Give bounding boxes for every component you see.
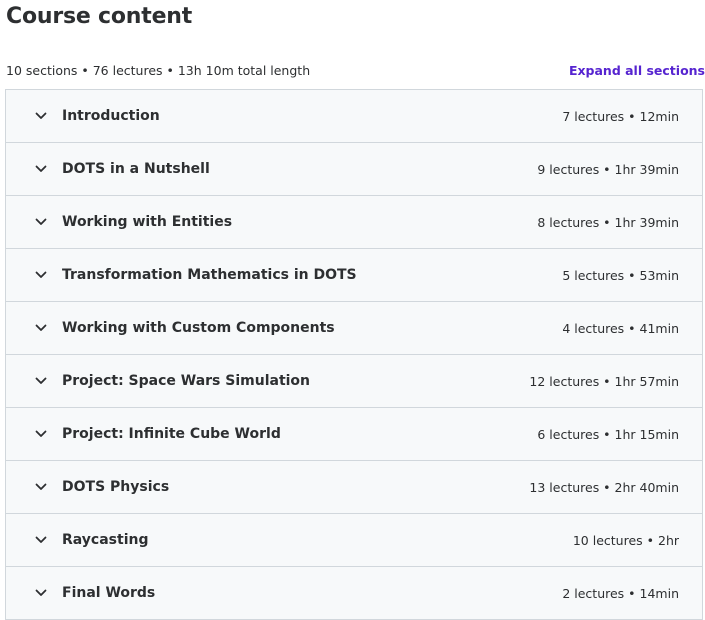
section-row-2[interactable]: DOTS in a Nutshell 9 lectures • 1hr 39mi… [6, 143, 702, 196]
section-title: Final Words [62, 585, 156, 601]
course-summary: 10 sections • 76 lectures • 13h 10m tota… [6, 62, 311, 78]
section-row-5[interactable]: Working with Custom Components 4 lecture… [6, 302, 702, 355]
section-title: DOTS Physics [62, 479, 170, 495]
section-row-1[interactable]: Introduction 7 lectures • 12min [6, 90, 702, 143]
section-meta: 8 lectures • 1hr 39min [537, 214, 679, 230]
section-meta: 2 lectures • 14min [562, 585, 679, 601]
section-meta: 10 lectures • 2hr [572, 532, 679, 548]
section-row-4[interactable]: Transformation Mathematics in DOTS 5 lec… [6, 249, 702, 302]
chevron-down-icon[interactable] [34, 162, 48, 176]
section-meta: 6 lectures • 1hr 15min [537, 426, 679, 442]
section-title: Project: Infinite Cube World [62, 426, 281, 442]
page-title: Course content [6, 4, 193, 29]
chevron-down-icon[interactable] [34, 321, 48, 335]
section-meta: 13 lectures • 2hr 40min [529, 479, 679, 495]
chevron-down-icon[interactable] [34, 109, 48, 123]
section-row-9[interactable]: Raycasting 10 lectures • 2hr [6, 514, 702, 567]
section-row-8[interactable]: DOTS Physics 13 lectures • 2hr 40min [6, 461, 702, 514]
section-row-3[interactable]: Working with Entities 8 lectures • 1hr 3… [6, 196, 702, 249]
chevron-down-icon[interactable] [34, 586, 48, 600]
section-meta: 12 lectures • 1hr 57min [529, 373, 679, 389]
section-title: DOTS in a Nutshell [62, 161, 210, 177]
section-meta: 5 lectures • 53min [562, 267, 679, 283]
section-meta: 9 lectures • 1hr 39min [537, 161, 679, 177]
section-row-6[interactable]: Project: Space Wars Simulation 12 lectur… [6, 355, 702, 408]
section-title: Raycasting [62, 532, 149, 548]
chevron-down-icon[interactable] [34, 480, 48, 494]
expand-all-sections-button[interactable]: Expand all sections [569, 63, 705, 78]
section-meta: 4 lectures • 41min [562, 320, 679, 336]
section-title: Working with Custom Components [62, 320, 335, 336]
section-list: Introduction 7 lectures • 12min DOTS in … [5, 89, 703, 620]
chevron-down-icon[interactable] [34, 533, 48, 547]
section-title: Introduction [62, 108, 160, 124]
course-summary-row: 10 sections • 76 lectures • 13h 10m tota… [6, 61, 705, 79]
chevron-down-icon[interactable] [34, 427, 48, 441]
chevron-down-icon[interactable] [34, 268, 48, 282]
section-title: Working with Entities [62, 214, 233, 230]
section-row-7[interactable]: Project: Infinite Cube World 6 lectures … [6, 408, 702, 461]
section-meta: 7 lectures • 12min [562, 108, 679, 124]
section-title: Transformation Mathematics in DOTS [62, 267, 357, 283]
chevron-down-icon[interactable] [34, 374, 48, 388]
section-row-10[interactable]: Final Words 2 lectures • 14min [6, 567, 702, 619]
chevron-down-icon[interactable] [34, 215, 48, 229]
section-title: Project: Space Wars Simulation [62, 373, 311, 389]
